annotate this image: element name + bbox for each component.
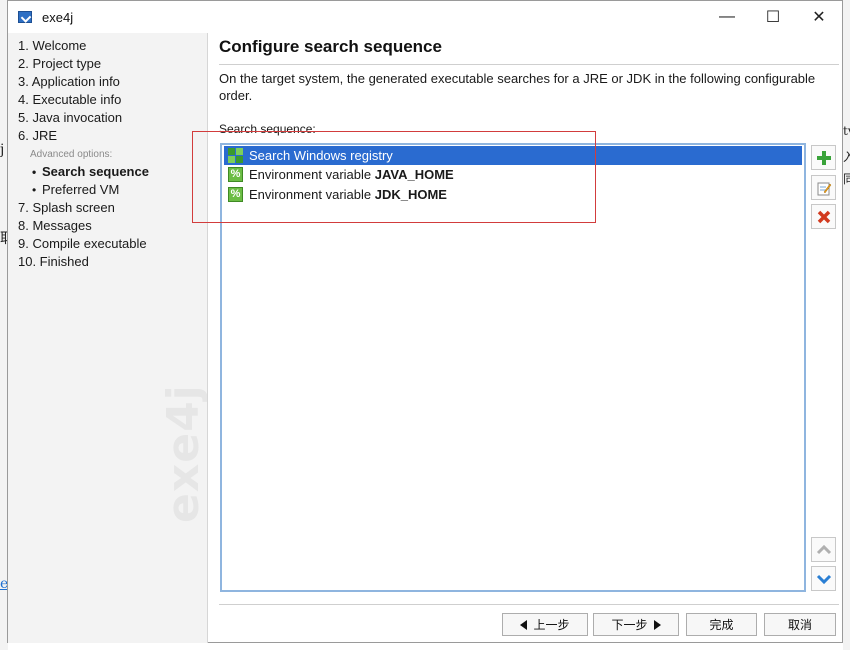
step-search-sequence[interactable]: • Search sequence — [32, 164, 149, 179]
add-icon — [816, 150, 831, 165]
page-description: On the target system, the generated exec… — [219, 71, 816, 103]
registry-icon — [228, 148, 243, 163]
divider — [219, 64, 839, 65]
env-variable-icon: % — [228, 167, 243, 182]
background-text: 同 — [843, 172, 850, 186]
divider — [219, 604, 839, 605]
env-variable-icon: % — [228, 187, 243, 202]
step-splash-screen[interactable]: 7. Splash screen — [18, 200, 115, 215]
main-panel: Configure search sequence On the target … — [209, 33, 842, 643]
close-button[interactable]: ✕ — [796, 1, 842, 33]
search-sequence-list[interactable]: Search Windows registry % Environment va… — [220, 143, 806, 592]
window-title: exe4j — [42, 9, 74, 25]
bullet-icon: • — [32, 183, 37, 197]
step-preferred-vm[interactable]: • Preferred VM — [32, 182, 119, 197]
step-finished[interactable]: 10. Finished — [18, 254, 89, 269]
edit-icon — [817, 182, 831, 195]
list-item-label: Environment variable — [249, 187, 375, 202]
move-down-button[interactable] — [811, 566, 836, 591]
arrow-left-icon — [520, 619, 528, 630]
maximize-icon: ☐ — [765, 9, 781, 26]
list-item-label: Environment variable — [249, 167, 375, 182]
background-text: 入 — [843, 150, 850, 164]
maximize-button[interactable]: ☐ — [750, 1, 796, 33]
window-controls: — ☐ ✕ — [704, 1, 842, 33]
next-button-label: 下一步 — [611, 618, 648, 632]
advanced-options-label: Advanced options: — [30, 149, 113, 160]
finish-button-label: 完成 — [709, 618, 734, 632]
step-application-info[interactable]: 3. Application info — [18, 74, 120, 89]
list-item[interactable]: Search Windows registry — [224, 146, 802, 165]
wizard-steps-sidebar: 1. Welcome 2. Project type 3. Applicatio… — [8, 33, 208, 643]
chevron-down-icon — [816, 574, 831, 584]
back-button[interactable]: 上一步 — [502, 613, 588, 636]
chevron-up-icon — [816, 544, 831, 554]
step-compile-executable[interactable]: 9. Compile executable — [18, 236, 147, 251]
step-preferred-vm-label: Preferred VM — [42, 182, 120, 197]
cancel-button[interactable]: 取消 — [764, 613, 836, 636]
exe4j-watermark: exe4j — [158, 384, 208, 523]
search-sequence-label: Search sequence: — [219, 122, 316, 136]
step-java-invocation[interactable]: 5. Java invocation — [18, 110, 122, 125]
step-executable-info[interactable]: 4. Executable info — [18, 92, 121, 107]
minimize-icon: — — [719, 8, 735, 25]
add-entry-button[interactable] — [811, 145, 836, 170]
close-icon: ✕ — [812, 9, 826, 26]
step-project-type[interactable]: 2. Project type — [18, 56, 101, 71]
list-item-variable: JDK_HOME — [374, 187, 447, 202]
edit-entry-button[interactable] — [811, 175, 836, 200]
list-item[interactable]: % Environment variable JAVA_HOME — [224, 165, 802, 184]
cancel-button-label: 取消 — [787, 618, 812, 632]
remove-entry-button[interactable] — [811, 204, 836, 229]
step-search-sequence-label: Search sequence — [42, 164, 149, 179]
background-text: tv — [843, 124, 850, 138]
exe4j-app-icon — [18, 11, 32, 23]
list-item-variable: JAVA_HOME — [374, 167, 454, 182]
list-item[interactable]: % Environment variable JDK_HOME — [224, 185, 802, 204]
finish-button[interactable]: 完成 — [686, 613, 757, 636]
next-button[interactable]: 下一步 — [593, 613, 679, 636]
remove-icon — [817, 210, 830, 223]
background-text: j — [0, 142, 5, 158]
arrow-right-icon — [653, 619, 661, 630]
step-jre[interactable]: 6. JRE — [18, 128, 57, 143]
title-bar: exe4j — ☐ ✕ — [8, 1, 842, 33]
move-up-button[interactable] — [811, 537, 836, 562]
exe4j-wizard-window: exe4j — ☐ ✕ 1. Welcome 2. Project type 3… — [7, 0, 843, 643]
step-messages[interactable]: 8. Messages — [18, 218, 92, 233]
page-title: Configure search sequence — [219, 37, 442, 56]
step-welcome[interactable]: 1. Welcome — [18, 38, 86, 53]
list-item-label: Search Windows registry — [249, 148, 393, 163]
background-window-right — [843, 0, 850, 650]
bullet-icon: • — [32, 165, 37, 179]
minimize-button[interactable]: — — [704, 1, 750, 33]
back-button-label: 上一步 — [533, 618, 570, 632]
